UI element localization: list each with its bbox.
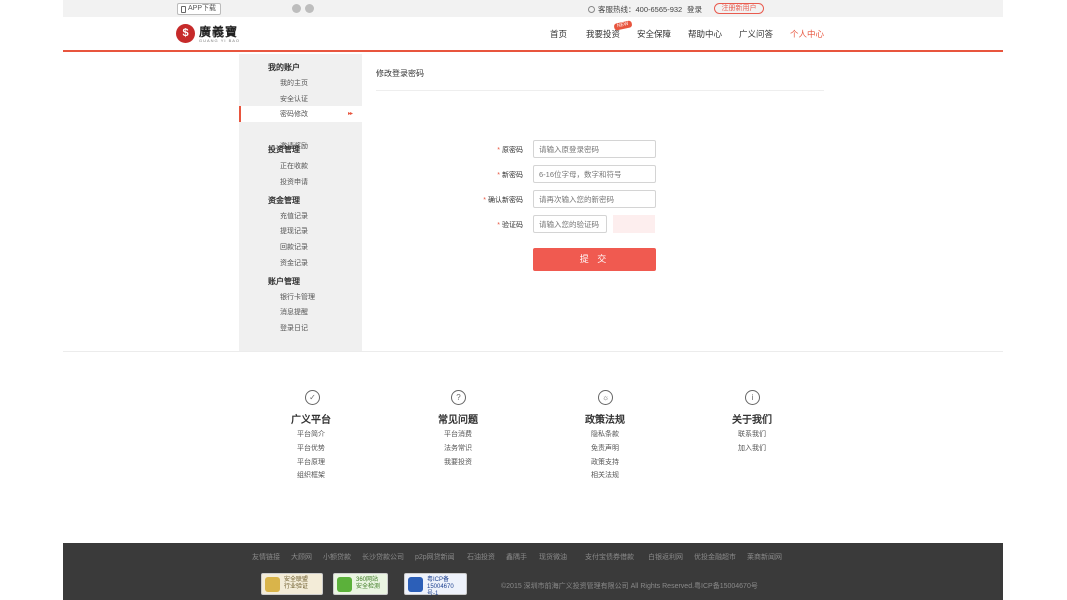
logo-subtitle: GUANG YI BAO (199, 38, 241, 43)
security-alliance-badge[interactable]: 安全联盟 行业验证 (261, 573, 323, 595)
sidebar-item-messages[interactable]: 消息提醒 (280, 307, 308, 317)
friend-link[interactable]: 莱商新闻网 (747, 552, 782, 562)
360-badge-icon (337, 577, 352, 592)
icp-badge-icon (408, 577, 423, 592)
captcha-label: * 验证码 (497, 222, 523, 229)
logo-icon[interactable]: $ (176, 24, 195, 43)
sidebar-group-account-mgmt: 账户管理 (268, 277, 300, 286)
shield-badge-icon (265, 577, 280, 592)
sidebar-item-home[interactable]: 我的主页 (280, 78, 308, 88)
nav-personal-center[interactable]: 个人中心 (790, 28, 824, 40)
friend-link[interactable]: 长沙贷款公司 (362, 552, 404, 562)
footer-link-policy-support[interactable]: 政策支持 (591, 457, 619, 467)
badge-line2: 安全检测 (356, 584, 381, 590)
phone-call-icon (588, 6, 595, 13)
sidebar-item-bank-card[interactable]: 银行卡管理 (280, 292, 315, 302)
new-password-label: * 新密码 (497, 172, 523, 179)
friend-link[interactable]: 小额贷款 (323, 552, 351, 562)
sidebar-item-invest-apply[interactable]: 投资申请 (280, 177, 308, 187)
friend-link[interactable]: 优投金融超市 (694, 552, 736, 562)
sidebar-item-password-label: 密码修改 (280, 111, 308, 118)
footer-link-platform-intro[interactable]: 平台简介 (297, 429, 325, 439)
friend-link[interactable]: 现货微油 (539, 552, 567, 562)
footer-link-join[interactable]: 加入我们 (738, 443, 766, 453)
captcha-image[interactable] (613, 215, 655, 233)
login-link[interactable]: 登录 (687, 4, 702, 15)
bottom-bar (63, 543, 1003, 600)
friend-link[interactable]: 支付宝债券借款 (585, 552, 634, 562)
footer-link-disclaimer[interactable]: 免责声明 (591, 443, 619, 453)
footer-link-platform-principle[interactable]: 平台原理 (297, 457, 325, 467)
sidebar-group-funds: 资金管理 (268, 196, 300, 205)
phone-icon (181, 5, 186, 13)
footer-title-policy: 政策法规 (585, 415, 625, 426)
nav-help[interactable]: 帮助中心 (688, 28, 722, 40)
new-password-input[interactable] (533, 165, 656, 183)
nav-qa[interactable]: 广义问答 (739, 28, 773, 40)
footer-link-regulations[interactable]: 相关法规 (591, 470, 619, 480)
badge-line2: 行业验证 (284, 584, 309, 590)
sidebar-group-account: 我的账户 (268, 63, 300, 72)
hotline-text: 客服热线：400-6565-932 (598, 5, 683, 14)
submit-button[interactable]: 提 交 (533, 248, 656, 271)
content-divider (63, 351, 1003, 352)
footer-link-legal[interactable]: 法务常识 (444, 443, 472, 453)
sidebar-item-receiving[interactable]: 正在收款 (280, 161, 308, 171)
nav-home[interactable]: 首页 (550, 28, 567, 40)
sidebar-item-fund-records[interactable]: 资金记录 (280, 258, 308, 268)
title-divider (376, 90, 824, 91)
friend-link[interactable]: p2p网贷新闻 (415, 552, 455, 562)
footer-link-platform-advantage[interactable]: 平台优势 (297, 443, 325, 453)
double-arrow-icon: ▸▸ (348, 111, 353, 117)
confirm-password-label: * 确认新密码 (483, 197, 523, 204)
footer-link-consume[interactable]: 平台消费 (444, 429, 472, 439)
register-button[interactable]: 注册新用户 (714, 3, 764, 14)
shield-check-icon: ✓ (305, 390, 320, 405)
sidebar-item-login-log[interactable]: 登录日记 (280, 323, 308, 333)
footer-link-org[interactable]: 组织框架 (297, 470, 325, 480)
page: APP下载 客服热线：400-6565-932 登录 注册新用户 $ 廣義寶 G… (0, 0, 1067, 600)
sidebar-item-repayment[interactable]: 回款记录 (280, 242, 308, 252)
friend-link[interactable]: 白银返利网 (648, 552, 683, 562)
hotline: 客服热线：400-6565-932 (588, 4, 682, 15)
sunrise-icon: ☼ (598, 390, 613, 405)
app-download-button[interactable]: APP下载 (177, 3, 222, 15)
friend-link[interactable]: 鑫隅手 (506, 552, 527, 562)
captcha-input[interactable] (533, 215, 607, 233)
footer-link-contact[interactable]: 联系我们 (738, 429, 766, 439)
page-title: 修改登录密码 (376, 69, 424, 78)
wechat-icon[interactable] (292, 4, 301, 13)
badge-line1: 粤ICP备 (427, 577, 450, 583)
footer-link-privacy[interactable]: 隐私条款 (591, 429, 619, 439)
app-download-label: APP下载 (188, 5, 217, 12)
sidebar-item-withdraw[interactable]: 提现记录 (280, 226, 308, 236)
copyright: ©2015 深圳市前海广义投资管理有限公司 All Rights Reserve… (501, 583, 758, 590)
badge-line1: 360网站 (356, 577, 379, 583)
footer-title-platform: 广义平台 (291, 415, 331, 426)
icp-badge[interactable]: 粤ICP备 15004670号-1 (404, 573, 467, 597)
weibo-icon[interactable] (305, 4, 314, 13)
sidebar-item-password[interactable]: 密码修改 (239, 106, 362, 122)
info-icon: i (745, 390, 760, 405)
friend-link[interactable]: 石油投资 (467, 552, 495, 562)
sidebar: 我的账户 我的主页 安全认证 邀请奖励 投资管理 正在收款 投资申请 资金管理 … (239, 54, 362, 351)
question-icon: ? (451, 390, 466, 405)
360-badge[interactable]: 360网站 安全检测 (333, 573, 388, 595)
sidebar-group-invest: 投资管理 (268, 145, 300, 154)
friend-links-label: 友情链接 (252, 554, 280, 561)
footer-link-invest[interactable]: 我要投资 (444, 457, 472, 467)
old-password-input[interactable] (533, 140, 656, 158)
confirm-password-input[interactable] (533, 190, 656, 208)
old-password-label: * 原密码 (497, 147, 523, 154)
footer-title-about: 关于我们 (732, 415, 772, 426)
friend-link[interactable]: 大顾网 (291, 552, 312, 562)
badge-line2: 15004670号-1 (427, 584, 454, 597)
badge-line1: 安全联盟 (284, 577, 309, 583)
nav-security[interactable]: 安全保障 (637, 28, 671, 40)
sidebar-item-security-auth[interactable]: 安全认证 (280, 94, 308, 104)
sidebar-item-recharge[interactable]: 充值记录 (280, 211, 308, 221)
footer-title-faq: 常见问题 (438, 415, 478, 426)
